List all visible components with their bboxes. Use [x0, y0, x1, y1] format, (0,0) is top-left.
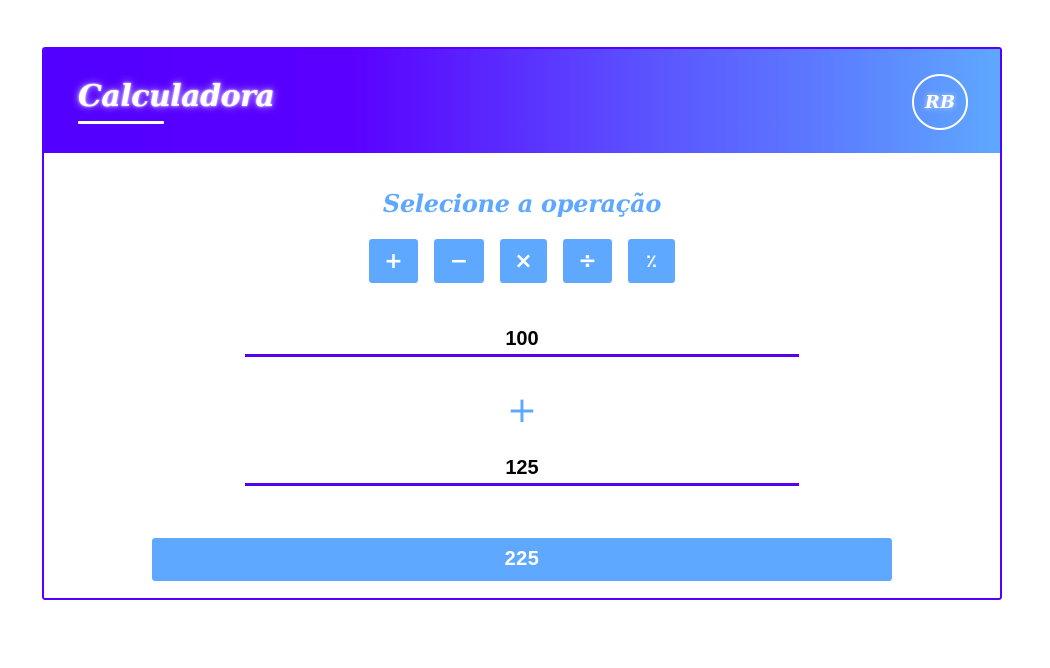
multiply-icon: ×: [514, 248, 533, 274]
avatar[interactable]: RB: [912, 74, 968, 130]
divide-button[interactable]: ÷: [563, 239, 612, 283]
percent-icon: ٪: [646, 250, 657, 272]
subtract-button[interactable]: −: [434, 239, 484, 283]
plus-icon: +: [384, 248, 403, 274]
percent-button[interactable]: ٪: [628, 239, 675, 283]
selected-operator-icon: +: [506, 390, 538, 431]
add-button[interactable]: +: [369, 239, 418, 283]
title-underline: [78, 121, 164, 124]
operation-prompt: Selecione a operação: [382, 189, 662, 218]
app-title: Calculadora: [78, 79, 275, 114]
result-display: 225: [152, 538, 892, 581]
calculator-card: Calculadora RB Selecione a operação + − …: [42, 47, 1002, 600]
divide-icon: ÷: [578, 248, 597, 274]
header-bar: Calculadora RB: [44, 49, 1000, 153]
first-number-input[interactable]: 100: [245, 324, 799, 357]
second-number-input[interactable]: 125: [245, 453, 799, 486]
minus-icon: −: [449, 248, 469, 274]
multiply-button[interactable]: ×: [500, 239, 547, 283]
